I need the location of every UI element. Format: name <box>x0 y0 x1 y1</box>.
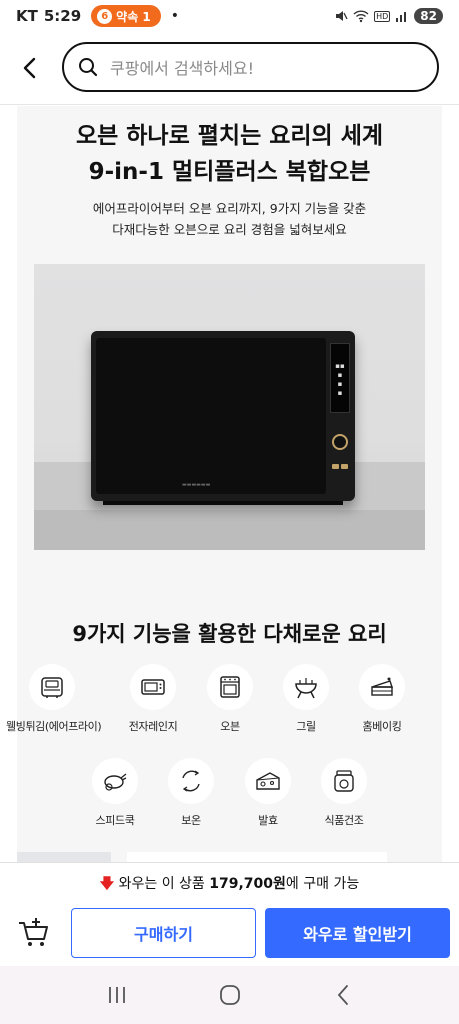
headline-line-2: 9-in-1 멀티플러스 복합오븐 <box>88 159 371 185</box>
oven-button <box>332 464 339 469</box>
back-nav-button[interactable] <box>323 975 363 1015</box>
chicken-icon <box>104 773 127 791</box>
headline-line-1: 오븐 하나로 펼치는 요리의 세계 <box>75 123 384 149</box>
microwave-oven-photo: ▬▬▬▬▬▬ ▪▪ ▪ ▪ ▪ <box>34 264 425 550</box>
feature-air-fryer: 웰빙튀김(에어프라이) <box>6 664 102 734</box>
back-button[interactable] <box>0 38 60 98</box>
recent-apps-button[interactable] <box>97 975 137 1015</box>
down-arrow-icon: 🡇 <box>99 876 115 892</box>
air-fryer-icon <box>41 677 63 698</box>
detail-headline: 오븐 하나로 펼치는 요리의 세계 9-in-1 멀티플러스 복합오븐 <box>17 118 442 190</box>
promo-price: 179,700원 <box>209 876 286 892</box>
oven-icon <box>220 676 240 698</box>
chevron-left-icon <box>23 57 36 79</box>
features-title: 9가지 기능을 활용한 다채로운 요리 <box>72 622 387 646</box>
feature-label: 식품건조 <box>324 814 364 827</box>
network-label: HD <box>374 10 391 22</box>
wow-price-notice: 🡇 와우는 이 상품 179,700원에 구매 가능 <box>0 873 459 897</box>
promo-prefix: 와우는 이 상품 <box>118 876 205 892</box>
dried-fruit-jar-icon <box>334 770 354 792</box>
subline-line-2: 다재다능한 오븐으로 요리 경험을 넓혀보세요 <box>112 222 347 237</box>
notification-pill-label: 약속 1 <box>116 9 151 24</box>
add-to-cart-button[interactable] <box>16 915 56 955</box>
cheese-icon <box>256 772 280 790</box>
search-input[interactable]: 쿠팡에서 검색하세요! <box>62 42 439 92</box>
wow-discount-button[interactable]: 와우로 할인받기 <box>265 908 450 958</box>
notification-dot-icon: • <box>170 8 180 24</box>
oven-door: ▬▬▬▬▬▬ <box>96 338 326 494</box>
header: 쿠팡에서 검색하세요! <box>0 32 459 105</box>
purchase-bar: 🡇 와우는 이 상품 179,700원에 구매 가능 구매하기 와우로 할인받기 <box>0 862 459 966</box>
table-edge <box>34 510 425 550</box>
home-icon <box>219 985 240 1005</box>
grill-icon <box>295 678 317 699</box>
oven-shadow <box>103 501 343 505</box>
cake-icon <box>371 677 393 696</box>
search-placeholder: 쿠팡에서 검색하세요! <box>110 59 254 78</box>
oven-display: ▪▪ ▪ ▪ ▪ <box>330 343 350 413</box>
carrier-label: KT <box>16 7 38 25</box>
product-detail-content[interactable]: 오븐 하나로 펼치는 요리의 세계 9-in-1 멀티플러스 복합오븐 에어프라… <box>0 106 459 862</box>
circular-arrows-icon <box>182 770 200 792</box>
oven-button <box>341 464 348 469</box>
cart-plus-icon <box>19 918 48 946</box>
search-icon <box>79 58 98 77</box>
status-bar: KT 5:29 6 약속 1 • HD 82 <box>0 0 459 32</box>
feature-home-baking: 홈베이킹 <box>336 664 428 734</box>
feature-food-dry: 식품건조 <box>298 758 390 828</box>
product-detail-image: 오븐 하나로 펼치는 요리의 세계 9-in-1 멀티플러스 복합오븐 에어프라… <box>6 106 442 862</box>
mute-icon <box>336 11 348 21</box>
system-navigation-bar <box>0 966 459 1024</box>
coin-icon: 6 <box>97 8 113 24</box>
door-brand-mark: ▬▬▬▬▬▬ <box>182 482 211 488</box>
system-icons: HD 82 <box>334 8 443 24</box>
chevron-left-icon <box>337 985 348 1005</box>
recent-apps-icon <box>108 987 125 1003</box>
battery-level: 82 <box>414 8 443 24</box>
signal-icon <box>396 12 407 22</box>
clock: 5:29 <box>43 7 82 25</box>
promo-suffix: 에 구매 가능 <box>285 876 360 892</box>
detail-subline: 에어프라이어부터 오븐 요리까지, 9가지 기능을 갖춘 다재다능한 오븐으로 … <box>17 198 442 240</box>
oven-dial <box>332 434 348 450</box>
notification-pill[interactable]: 6 약속 1 <box>91 5 161 27</box>
feature-label: 홈베이킹 <box>362 720 402 733</box>
microwave-oven: ▬▬▬▬▬▬ ▪▪ ▪ ▪ ▪ <box>91 331 355 501</box>
feature-label: 웰빙튀김(에어프라이) <box>6 720 102 733</box>
buy-now-button[interactable]: 구매하기 <box>71 908 256 958</box>
next-section-peek <box>17 852 111 862</box>
microwave-icon <box>141 679 165 695</box>
next-section-peek <box>127 852 387 862</box>
subline-line-1: 에어프라이어부터 오븐 요리까지, 9가지 기능을 갖춘 <box>92 201 367 216</box>
home-button[interactable] <box>210 975 250 1015</box>
oven-control-panel: ▪▪ ▪ ▪ ▪ <box>330 338 352 494</box>
wifi-icon <box>353 10 369 23</box>
